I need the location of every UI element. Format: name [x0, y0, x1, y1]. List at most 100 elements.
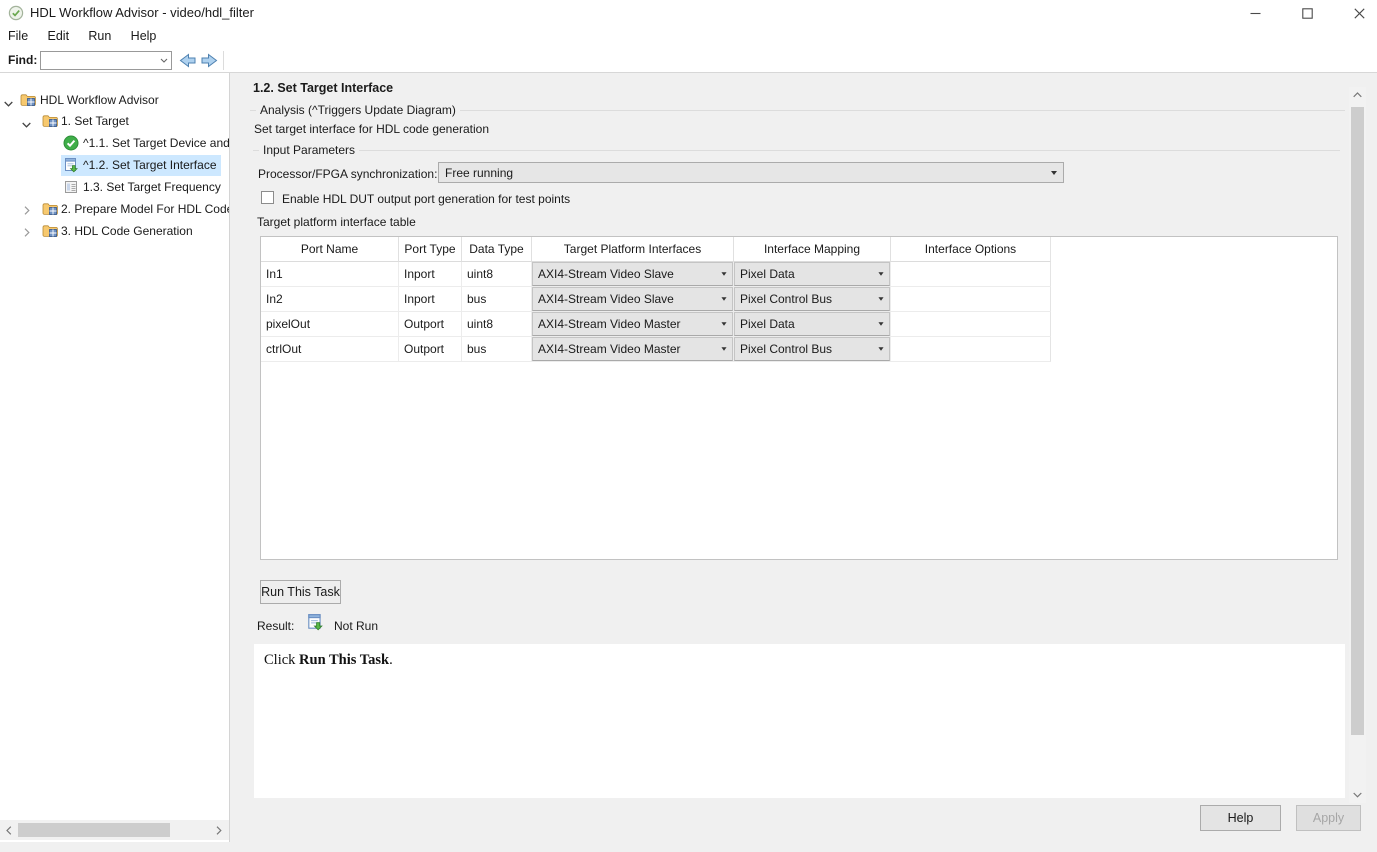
minimize-icon	[1250, 8, 1261, 19]
interface-mapping-select[interactable]: Pixel Data	[734, 312, 890, 336]
menu-item-file[interactable]: File	[5, 26, 31, 46]
analysis-group-legend: Analysis (^Triggers Update Diagram)	[256, 103, 460, 117]
cell-data-type: uint8	[462, 312, 532, 337]
interface-mapping-select[interactable]: Pixel Data	[734, 262, 890, 286]
hdl-workflow-advisor-window: HDL Workflow Advisor - video/hdl_filter …	[0, 0, 1377, 852]
menu-item-help[interactable]: Help	[128, 26, 160, 46]
target-platform-interface-select[interactable]: AXI4-Stream Video Slave	[532, 262, 733, 286]
scrollbar-thumb[interactable]	[1351, 107, 1364, 735]
scroll-left-button[interactable]	[0, 820, 17, 840]
tree-item-set-target-frequency[interactable]: 1.3. Set Target Frequency	[0, 177, 230, 198]
select-value: Pixel Control Bus	[740, 342, 878, 356]
cell-target-platform-interface: AXI4-Stream Video Master	[532, 337, 734, 362]
cell-interface-mapping: Pixel Data	[734, 312, 891, 337]
chevron-collapsed-icon[interactable]	[24, 204, 30, 218]
tree-item-prepare-model[interactable]: 2. Prepare Model For HDL Code	[0, 199, 230, 220]
passed-check-icon	[63, 135, 79, 151]
workflow-folder-icon	[42, 201, 58, 217]
column-header-data-type: Data Type	[462, 237, 532, 262]
select-value: AXI4-Stream Video Master	[538, 342, 721, 356]
app-check-icon	[8, 5, 24, 21]
find-combobox[interactable]	[40, 51, 172, 70]
chevron-right-icon	[216, 826, 222, 835]
tree-item-label: ^1.1. Set Target Device and	[83, 136, 230, 150]
maximize-button[interactable]	[1290, 0, 1324, 26]
target-platform-interface-select[interactable]: AXI4-Stream Video Master	[532, 312, 733, 336]
table-row: In2 Inport bus AXI4-Stream Video Slave P…	[261, 287, 1337, 312]
chevron-down-icon	[721, 322, 726, 325]
chevron-down-icon	[1051, 171, 1057, 175]
toolbar-separator	[223, 51, 224, 70]
chevron-down-icon	[1353, 792, 1362, 798]
select-value: AXI4-Stream Video Master	[538, 317, 721, 331]
tree-item-hdl-workflow-advisor[interactable]: HDL Workflow Advisor	[0, 90, 230, 111]
task-message-panel: Click Run This Task.	[254, 644, 1345, 798]
input-parameters-group-border	[253, 150, 1340, 151]
tree-horizontal-scrollbar[interactable]	[0, 820, 229, 840]
tree-item-set-target-interface[interactable]: ^1.2. Set Target Interface	[0, 155, 230, 176]
maximize-icon	[1302, 8, 1313, 19]
task-description: Set target interface for HDL code genera…	[254, 122, 489, 136]
cell-port-type: Outport	[399, 337, 462, 362]
sync-select[interactable]: Free running	[438, 162, 1064, 183]
interface-mapping-select[interactable]: Pixel Control Bus	[734, 287, 890, 311]
tree-item-set-target[interactable]: 1. Set Target	[0, 111, 230, 132]
select-value: Pixel Control Bus	[740, 292, 878, 306]
chevron-expanded-icon[interactable]	[4, 96, 13, 110]
scroll-up-button[interactable]	[1349, 87, 1366, 103]
target-platform-interface-select[interactable]: AXI4-Stream Video Master	[532, 337, 733, 361]
chevron-expanded-icon[interactable]	[22, 117, 31, 131]
tree-item-hdl-code-generation[interactable]: 3. HDL Code Generation	[0, 221, 230, 242]
content-vertical-scrollbar[interactable]	[1349, 87, 1366, 803]
tree-item-set-target-device[interactable]: ^1.1. Set Target Device and	[0, 133, 230, 154]
cell-port-name: pixelOut	[261, 312, 399, 337]
chevron-left-icon	[6, 826, 12, 835]
cell-target-platform-interface: AXI4-Stream Video Master	[532, 312, 734, 337]
select-value: AXI4-Stream Video Slave	[538, 267, 721, 281]
help-button[interactable]: Help	[1200, 805, 1281, 831]
chevron-down-icon	[721, 347, 726, 350]
workflow-folder-icon	[20, 92, 36, 108]
result-label: Result:	[257, 619, 294, 633]
interface-mapping-select[interactable]: Pixel Control Bus	[734, 337, 890, 361]
menu-item-edit[interactable]: Edit	[45, 26, 73, 46]
cell-interface-mapping: Pixel Control Bus	[734, 287, 891, 312]
task-run-icon	[63, 157, 79, 173]
select-value: Pixel Data	[740, 317, 878, 331]
chevron-collapsed-icon[interactable]	[24, 226, 30, 240]
table-row: pixelOut Outport uint8 AXI4-Stream Video…	[261, 312, 1337, 337]
testpoint-checkbox[interactable]	[261, 191, 274, 204]
find-previous-button[interactable]	[177, 52, 197, 68]
window-title: HDL Workflow Advisor - video/hdl_filter	[30, 0, 254, 26]
close-icon	[1354, 8, 1365, 19]
result-status: Not Run	[334, 619, 378, 633]
cell-port-type: Inport	[399, 262, 462, 287]
page-title: 1.2. Set Target Interface	[253, 81, 393, 95]
close-button[interactable]	[1342, 0, 1376, 26]
column-header-target-platform-interfaces: Target Platform Interfaces	[532, 237, 734, 262]
chevron-down-icon	[721, 297, 726, 300]
scroll-down-button[interactable]	[1349, 787, 1366, 803]
chevron-down-icon	[878, 297, 883, 300]
chevron-down-icon	[878, 272, 883, 275]
find-input[interactable]	[41, 53, 157, 68]
chevron-down-icon[interactable]	[157, 58, 171, 63]
cell-interface-options	[891, 337, 1051, 362]
tree-item-label: ^1.2. Set Target Interface	[83, 158, 217, 172]
cell-port-name: In2	[261, 287, 399, 312]
run-this-task-button[interactable]: Run This Task	[260, 580, 341, 604]
target-platform-interface-table: Port Name Port Type Data Type Target Pla…	[260, 236, 1338, 560]
minimize-button[interactable]	[1238, 0, 1272, 26]
scrollbar-thumb[interactable]	[18, 823, 170, 837]
interface-table-label: Target platform interface table	[257, 215, 416, 229]
find-next-button[interactable]	[199, 52, 219, 68]
apply-button[interactable]: Apply	[1296, 805, 1361, 831]
menu-item-run[interactable]: Run	[85, 26, 114, 46]
target-platform-interface-select[interactable]: AXI4-Stream Video Slave	[532, 287, 733, 311]
scroll-right-button[interactable]	[210, 820, 227, 840]
find-label: Find:	[8, 53, 37, 67]
cell-target-platform-interface: AXI4-Stream Video Slave	[532, 262, 734, 287]
column-header-port-name: Port Name	[261, 237, 399, 262]
task-run-icon	[306, 613, 324, 631]
message-suffix: .	[389, 652, 393, 668]
